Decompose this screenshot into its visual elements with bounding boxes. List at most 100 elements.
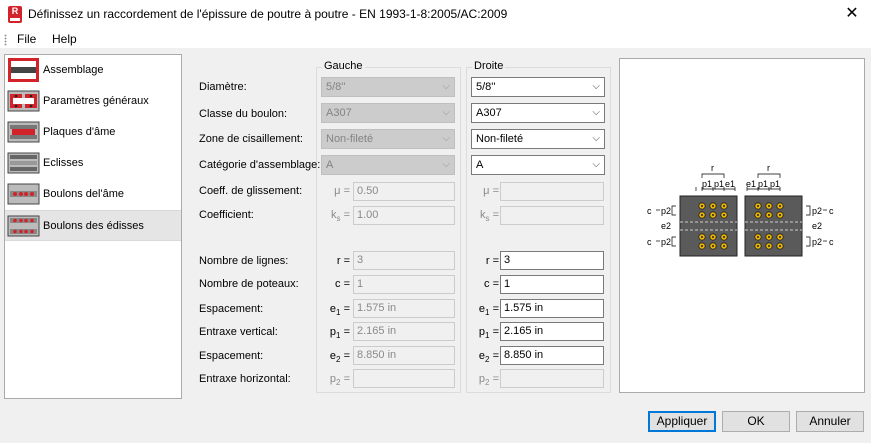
sym-mu-right: μ = <box>483 185 499 197</box>
dim-p2-left-top: p2 <box>661 206 671 216</box>
left-glissement-input[interactable]: 0.50 <box>353 182 455 201</box>
label-classe: Classe du boulon: <box>199 108 288 120</box>
sidebar: Assemblage Paramètres généraux Plaques d… <box>4 54 182 399</box>
window-title: Définissez un raccordement de l'épissure… <box>28 7 508 21</box>
sidebar-item-assemblage[interactable]: Assemblage <box>5 55 181 86</box>
close-icon[interactable]: ✕ <box>841 4 863 24</box>
connection-preview: r r p1 p1 e1 e1 p1 p1 c p2 e2 c p2 p2 c … <box>619 58 865 393</box>
menu-bar: File Help <box>0 30 871 49</box>
dim-p1-c: p1 <box>758 179 768 189</box>
left-classe-select[interactable]: A307 ⌵ <box>321 103 455 123</box>
right-classe-select[interactable]: A307 ⌵ <box>471 103 605 123</box>
splice-diagram: r r p1 p1 e1 e1 p1 p1 c p2 e2 c p2 p2 c … <box>647 163 834 257</box>
right-entraxe-h-input[interactable] <box>500 369 604 388</box>
sidebar-item-label: Eclisses <box>43 157 84 169</box>
dim-p2-right-bot: p2 <box>812 237 822 247</box>
grip-icon <box>4 34 7 46</box>
sidebar-item-label: Paramètres généraux <box>43 95 149 107</box>
dim-c-left-top: c <box>647 206 652 216</box>
chevron-down-icon: ⌵ <box>592 159 600 170</box>
web-bolts-icon <box>7 183 40 205</box>
dim-p1-b: p1 <box>714 179 724 189</box>
sidebar-item-plaques[interactable]: Plaques d'âme <box>5 117 181 148</box>
left-poteaux-input[interactable]: 1 <box>353 275 455 294</box>
chevron-down-icon: ⌵ <box>592 107 600 118</box>
label-entraxe-h: Entraxe horizontal: <box>199 373 291 385</box>
label-poteaux: Nombre de poteaux: <box>199 278 299 290</box>
splice-plates-icon <box>7 152 40 174</box>
sym-p1-right: p1 = <box>478 326 499 341</box>
left-entraxe-v-input[interactable]: 2.165 in <box>353 322 455 341</box>
sym-c-right: c = <box>484 278 499 290</box>
chevron-down-icon: ⌵ <box>592 81 600 92</box>
left-diametre-select[interactable]: 5/8'' ⌵ <box>321 77 455 97</box>
menu-file[interactable]: File <box>14 32 39 46</box>
sidebar-item-eclisses[interactable]: Eclisses <box>5 148 181 179</box>
sym-e1-right: e1 = <box>478 303 499 318</box>
sidebar-item-label: Plaques d'âme <box>43 126 116 138</box>
dim-e2-left: e2 <box>661 221 671 231</box>
dim-p2-left-bot: p2 <box>661 237 671 247</box>
right-plate <box>744 195 803 257</box>
chevron-down-icon: ⌵ <box>592 133 600 144</box>
chevron-down-icon: ⌵ <box>442 159 450 170</box>
sidebar-item-parametres[interactable]: Paramètres généraux <box>5 86 181 117</box>
label-entraxe-v: Entraxe vertical: <box>199 326 278 338</box>
sym-p2-right: p2 = <box>478 373 499 388</box>
sidebar-item-boulons-ame[interactable]: Boulons del'âme <box>5 179 181 210</box>
left-zone-select[interactable]: Non-fileté ⌵ <box>321 129 455 149</box>
dim-p1-d: p1 <box>770 179 780 189</box>
sym-p2-left: p2 = <box>329 373 350 388</box>
label-categorie: Catégorie d'assemblage: <box>199 159 321 171</box>
dim-r-right: r <box>767 163 770 173</box>
right-categorie-select[interactable]: A ⌵ <box>471 155 605 175</box>
sidebar-item-label: Boulons des édisses <box>43 220 144 232</box>
dim-c-left-bot: c <box>647 237 652 247</box>
menu-help[interactable]: Help <box>49 32 80 46</box>
sym-c-left: c = <box>335 278 350 290</box>
apply-button[interactable]: Appliquer <box>648 411 716 432</box>
right-coefficient-input[interactable] <box>500 206 604 225</box>
cancel-button[interactable]: Annuler <box>796 411 864 432</box>
right-poteaux-input[interactable]: 1 <box>500 275 604 294</box>
sym-p1-left: p1 = <box>329 326 350 341</box>
dim-p1-a: p1 <box>702 179 712 189</box>
splice-bolts-icon <box>7 215 40 237</box>
right-espacement2-input[interactable]: 8.850 in <box>500 346 604 365</box>
dim-p2-right-top: p2 <box>812 206 822 216</box>
left-entraxe-h-input[interactable] <box>353 369 455 388</box>
dim-c-right-top: c <box>829 206 834 216</box>
sym-r-right: r = <box>485 255 499 267</box>
right-espacement1-input[interactable]: 1.575 in <box>500 299 604 318</box>
dim-e2-right: e2 <box>812 221 822 231</box>
label-coefficient: Coefficient: <box>199 209 254 221</box>
group-gauche-title: Gauche <box>322 60 365 72</box>
left-lignes-input[interactable]: 3 <box>353 251 455 270</box>
label-diametre: Diamètre: <box>199 81 247 93</box>
right-lignes-input[interactable]: 3 <box>500 251 604 270</box>
sym-r-left: r = <box>336 255 350 267</box>
dim-c-right-bot: c <box>829 237 834 247</box>
right-diametre-select[interactable]: 5/8'' ⌵ <box>471 77 605 97</box>
chevron-down-icon: ⌵ <box>442 133 450 144</box>
chevron-down-icon: ⌵ <box>442 81 450 92</box>
sidebar-item-label: Boulons del'âme <box>43 188 124 200</box>
label-lignes: Nombre de lignes: <box>199 255 289 267</box>
right-zone-select[interactable]: Non-fileté ⌵ <box>471 129 605 149</box>
sidebar-item-label: Assemblage <box>43 64 104 76</box>
app-icon: R <box>8 6 22 23</box>
web-plates-icon <box>7 121 40 143</box>
dim-e1-b: e1 <box>746 179 756 189</box>
right-entraxe-v-input[interactable]: 2.165 in <box>500 322 604 341</box>
chevron-down-icon: ⌵ <box>442 107 450 118</box>
ok-button[interactable]: OK <box>722 411 790 432</box>
sidebar-item-boulons-edisses[interactable]: Boulons des édisses <box>5 210 181 241</box>
sym-ks-right: ks = <box>480 209 499 224</box>
group-droite-title: Droite <box>472 60 506 72</box>
left-espacement2-input[interactable]: 8.850 in <box>353 346 455 365</box>
right-glissement-input[interactable] <box>500 182 604 201</box>
left-espacement1-input[interactable]: 1.575 in <box>353 299 455 318</box>
left-categorie-select[interactable]: A ⌵ <box>321 155 455 175</box>
left-coefficient-input[interactable]: 1.00 <box>353 206 455 225</box>
label-espacement1: Espacement: <box>199 303 264 315</box>
